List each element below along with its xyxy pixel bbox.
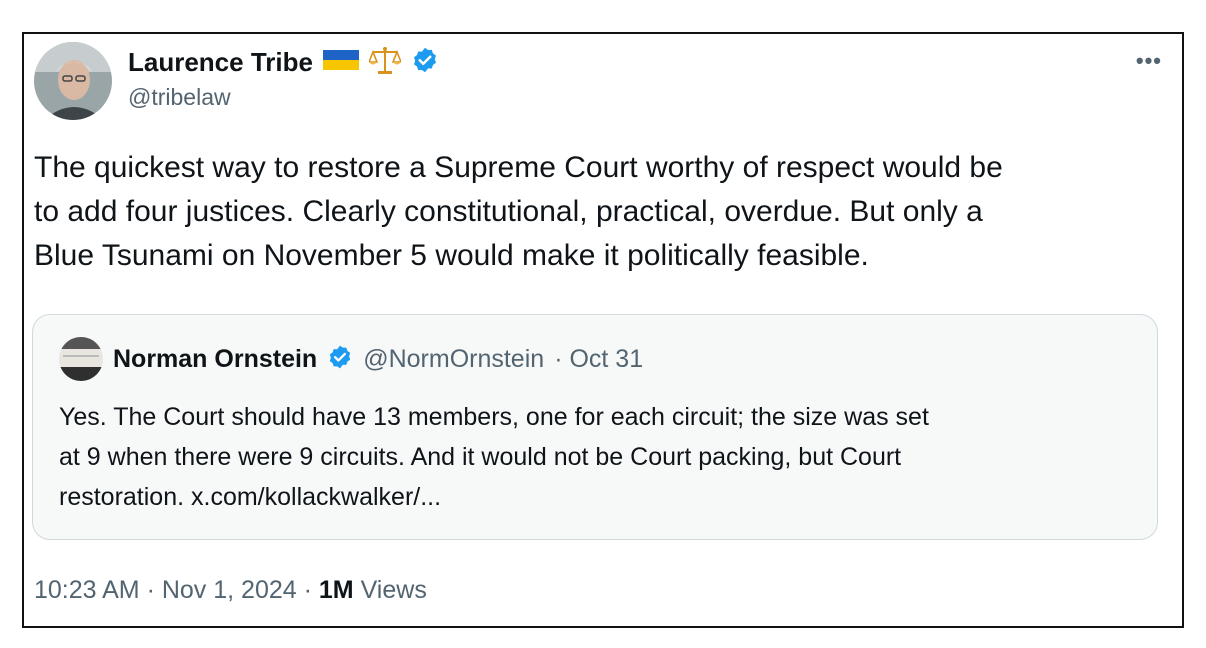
quoted-author-avatar[interactable] (59, 337, 103, 381)
tweet-text: The quickest way to restore a Supreme Co… (34, 146, 1174, 278)
verified-badge-icon (327, 344, 353, 375)
verified-badge-icon (411, 46, 439, 79)
author-name-row: Laurence Tribe (128, 45, 439, 80)
scales-icon (367, 45, 403, 80)
views-label: Views (360, 576, 427, 604)
tweet-text-line: to add four justices. Clearly constituti… (34, 195, 983, 228)
quoted-author-name[interactable]: Norman Ornstein (113, 345, 317, 374)
quoted-tweet[interactable]: Norman Ornstein @NormOrnstein · Oct 31 Y… (32, 314, 1158, 540)
quoted-text-line: Yes. The Court should have 13 members, o… (59, 403, 929, 431)
quoted-text-line: restoration. x.com/kollackwalker/... (59, 483, 442, 511)
quoted-tweet-header: Norman Ornstein @NormOrnstein · Oct 31 (59, 337, 643, 381)
quoted-author-handle[interactable]: @NormOrnstein (363, 345, 544, 374)
quoted-tweet-date[interactable]: · Oct 31 (554, 345, 643, 374)
tweet-text-line: Blue Tsunami on November 5 would make it… (34, 239, 869, 272)
avatar-photo-icon (59, 337, 103, 381)
author-avatar[interactable] (34, 42, 112, 120)
avatar-photo-icon (34, 42, 112, 120)
ukraine-flag-icon (322, 48, 359, 77)
quoted-tweet-text: Yes. The Court should have 13 members, o… (59, 397, 1139, 517)
author-name[interactable]: Laurence Tribe (128, 47, 313, 78)
more-options-icon[interactable]: ••• (1136, 48, 1162, 74)
views-count: 1M (318, 576, 354, 604)
quoted-text-line: at 9 when there were 9 circuits. And it … (59, 443, 902, 471)
tweet-card: Laurence Tribe @tribelaw ••• The quickes… (22, 32, 1184, 628)
tweet-footer: 10:23 AM · Nov 1, 2024 · 1M Views (34, 576, 427, 605)
author-handle[interactable]: @tribelaw (128, 84, 231, 111)
tweet-text-line: The quickest way to restore a Supreme Co… (34, 151, 1003, 184)
tweet-timestamp[interactable]: 10:23 AM · Nov 1, 2024 · (34, 576, 312, 604)
